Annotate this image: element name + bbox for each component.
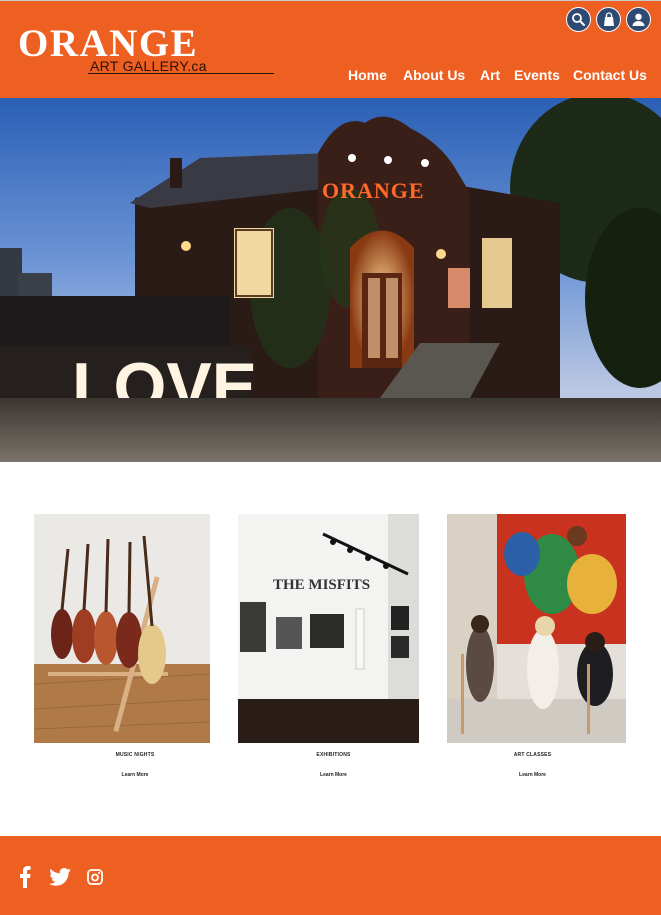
main-nav: Home About Us Art Events Contact Us — [0, 67, 661, 87]
card-title-exhibitions: EXHIBITIONS — [316, 752, 351, 758]
nav-about-us[interactable]: About Us — [403, 67, 465, 83]
twitter-icon — [49, 868, 71, 886]
instagram-icon — [87, 869, 103, 885]
nav-home[interactable]: Home — [348, 67, 387, 83]
card-image-exhibitions[interactable]: THE MISFITS — [238, 514, 419, 743]
card-title-music-nights: MUSIC NIGHTS — [115, 752, 155, 758]
card-title-art-classes: ART CLASSES — [513, 752, 552, 758]
exhibition-wall-text: THE MISFITS — [273, 577, 370, 593]
user-icon — [632, 13, 645, 26]
card-learn-more-exhibitions[interactable]: Learn More — [238, 772, 429, 778]
building-sign-text: ORANGE — [322, 178, 425, 203]
search-icon — [572, 13, 585, 26]
shopping-bag-icon — [603, 12, 614, 26]
account-button[interactable] — [626, 7, 651, 32]
nav-contact-us[interactable]: Contact Us — [573, 67, 647, 83]
hero-image: ORANGE LOVE — [0, 98, 661, 462]
twitter-link[interactable] — [48, 866, 72, 888]
card-learn-more-art-classes[interactable]: Learn More — [447, 772, 618, 778]
card-image-music-nights[interactable] — [34, 514, 210, 743]
site-header: ORANGE ART GALLERY.ca Home About Us Art … — [0, 0, 661, 98]
cart-button[interactable] — [596, 7, 621, 32]
nav-art[interactable]: Art — [480, 67, 500, 83]
facebook-link[interactable] — [16, 866, 34, 888]
facebook-icon — [20, 866, 31, 888]
instagram-link[interactable] — [86, 866, 104, 888]
nav-events[interactable]: Events — [514, 67, 560, 83]
card-image-art-classes[interactable] — [447, 514, 626, 743]
search-button[interactable] — [566, 7, 591, 32]
card-learn-more-music-nights[interactable]: Learn More — [34, 772, 236, 778]
